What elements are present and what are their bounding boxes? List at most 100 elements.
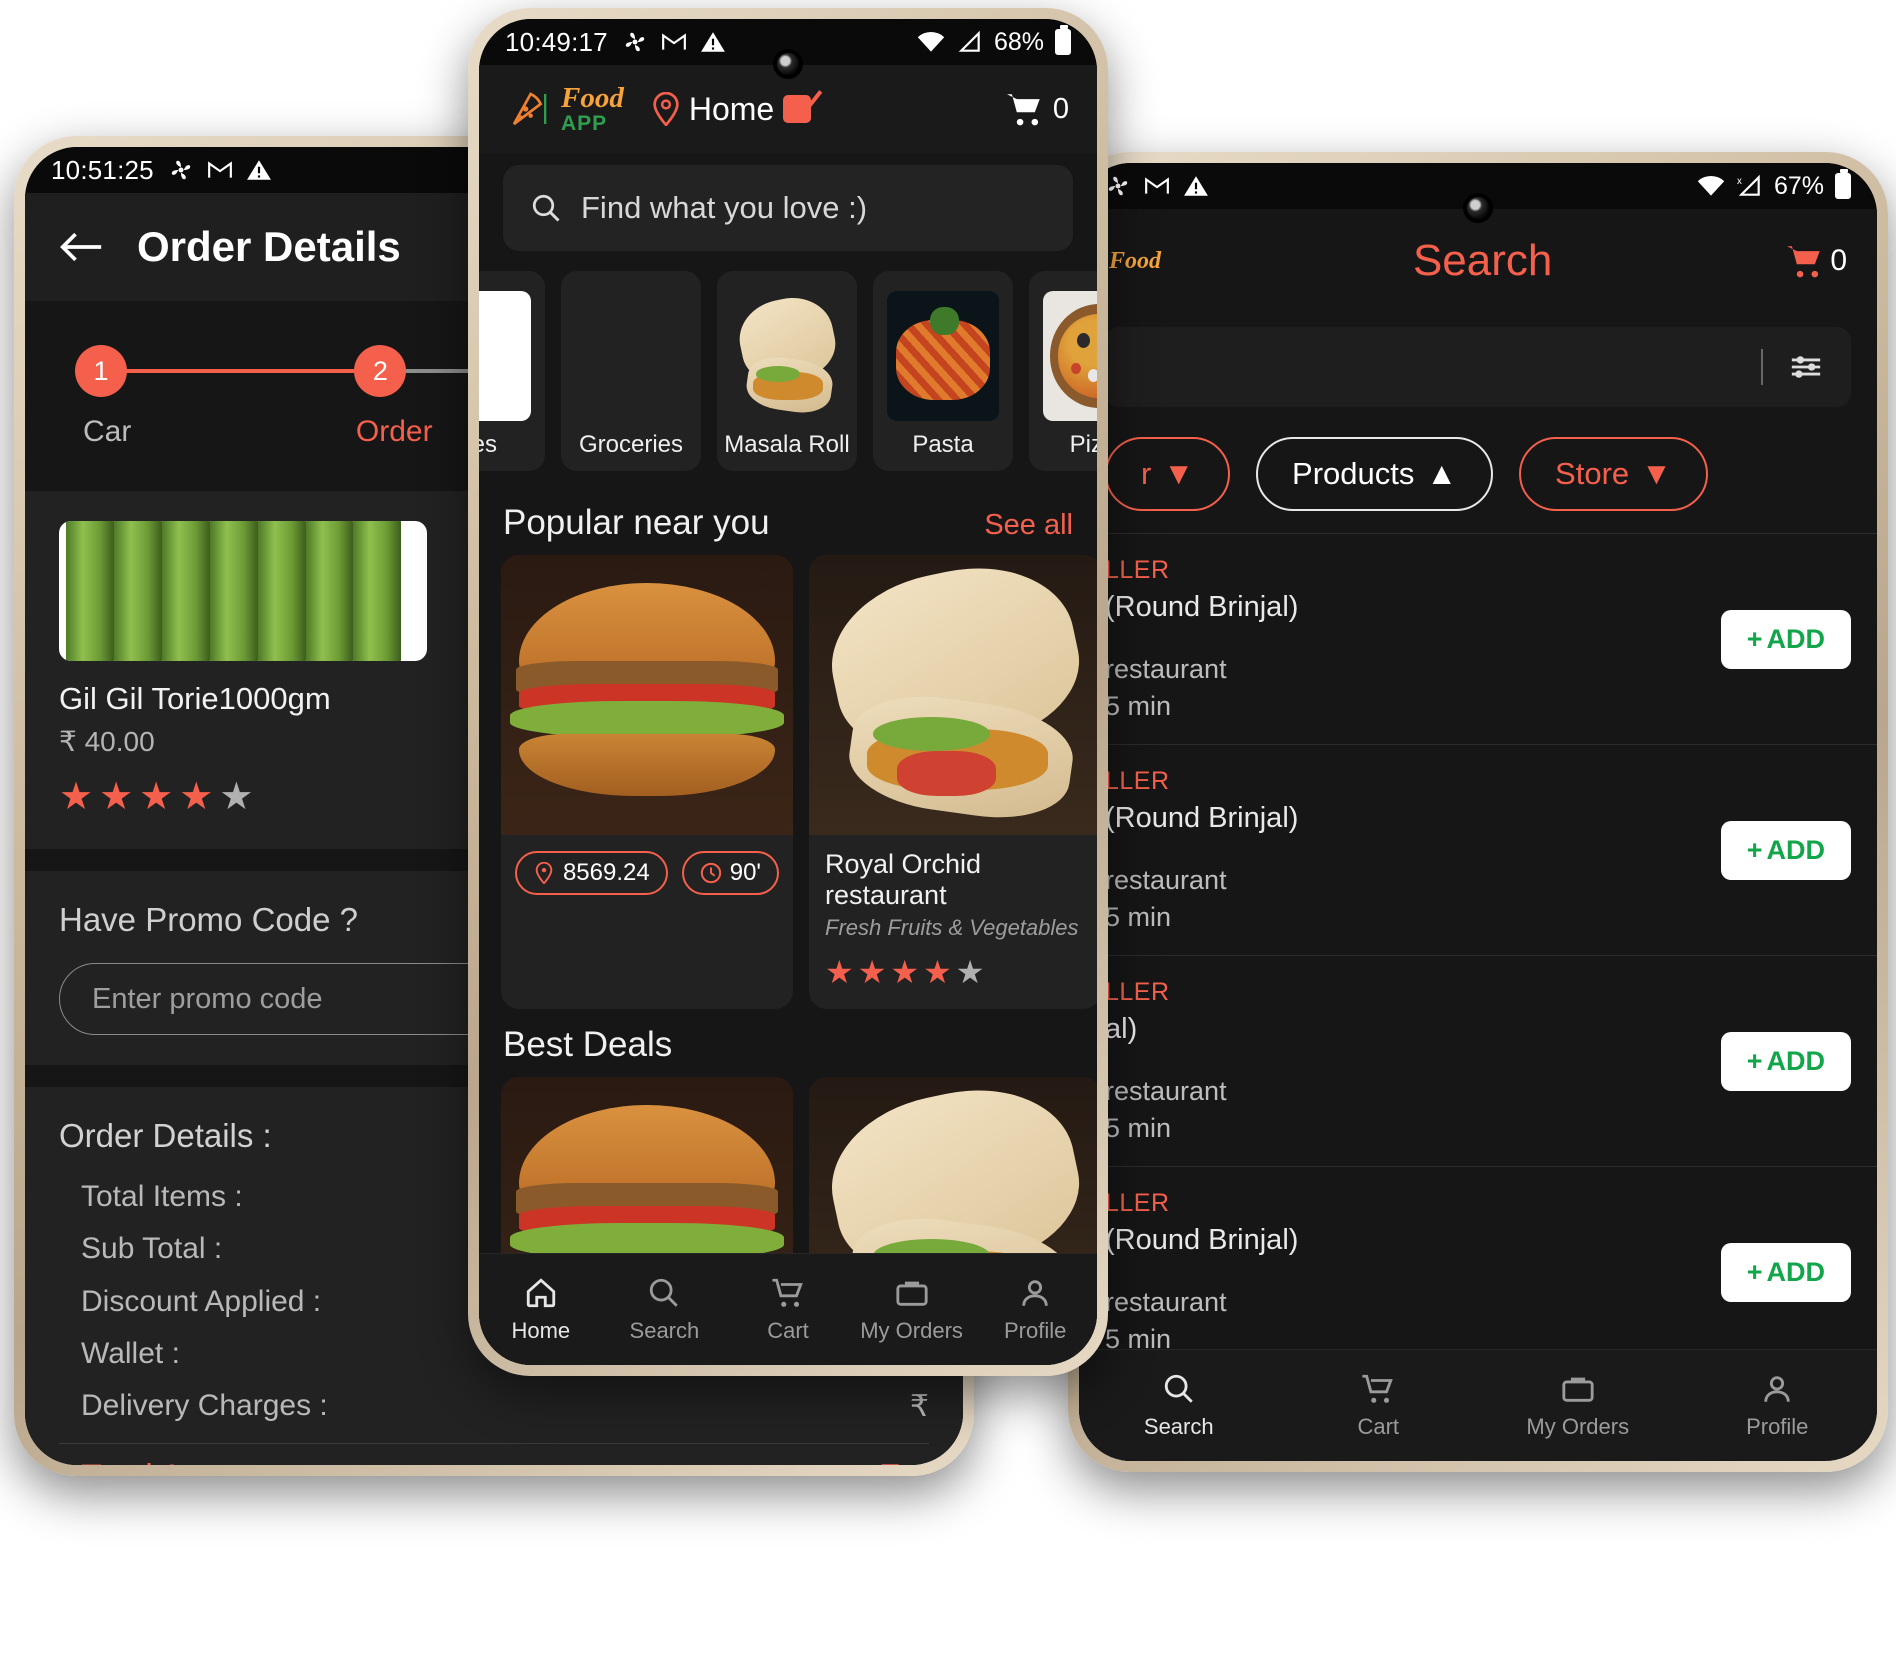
add-to-cart-button[interactable]: +ADD	[1720, 609, 1851, 669]
nav-item-profile[interactable]: Profile	[973, 1276, 1097, 1344]
gmail-icon	[661, 33, 686, 50]
cart-icon	[772, 1278, 803, 1307]
category-item-pizza[interactable]: Pizza	[1029, 271, 1097, 471]
screen-search: x 67% Food Search 0 r ▼ Products ▲ Store…	[1079, 163, 1877, 1461]
search-app: Food Search 0 r ▼ Products ▲ Store ▼ LLE…	[1079, 209, 1877, 1461]
nav-item-home[interactable]: Home	[479, 1276, 603, 1344]
category-item-vegetables[interactable]: bles	[479, 271, 545, 471]
filter-pill-store[interactable]: Store ▼	[1519, 437, 1708, 511]
status-icon-group	[168, 157, 272, 183]
warning-icon	[700, 32, 725, 52]
cart-icon	[1787, 246, 1821, 278]
back-arrow-icon[interactable]	[59, 230, 103, 264]
summary-label: Discount Applied :	[81, 1285, 322, 1318]
category-label: Groceries	[578, 431, 684, 458]
see-all-link[interactable]: See all	[984, 509, 1073, 542]
app-logo[interactable]: Food APP	[507, 84, 624, 134]
nav-label: Cart	[767, 1317, 809, 1343]
add-to-cart-button[interactable]: +ADD	[1720, 1031, 1851, 1091]
table-row[interactable]: LLER al) restaurant 5 min +ADD	[1079, 955, 1877, 1166]
product-image	[59, 521, 427, 661]
nav-item-cart[interactable]: Cart	[1279, 1372, 1479, 1440]
location-selector[interactable]: Home	[652, 91, 812, 128]
popular-card-deck: 8569.24 90' Royal Orchid restaurant Fres…	[479, 555, 1097, 1009]
wifi-icon	[1697, 175, 1725, 196]
table-row[interactable]: LLER (Round Brinjal) restaurant 5 min + A…	[1079, 533, 1877, 744]
search-input[interactable]: Find what you love :)	[503, 165, 1073, 251]
fan-icon	[171, 160, 191, 180]
step-dot-2[interactable]: 2	[354, 345, 407, 397]
nav-label: Search	[1143, 1413, 1214, 1439]
status-right-group: 68%	[916, 25, 1071, 57]
step-label-2: Order	[355, 415, 433, 448]
search-appbar: Food Search 0	[1079, 209, 1877, 313]
category-strip[interactable]: bles Groceries Masala Roll Pasta	[479, 251, 1097, 487]
plus-icon: +	[1746, 834, 1763, 865]
table-row[interactable]: LLER (Round Brinjal) restaurant 5 min + A…	[1079, 744, 1877, 955]
nav-label: Home	[511, 1317, 571, 1343]
nav-label: Profile	[1746, 1413, 1809, 1439]
category-image	[887, 291, 999, 421]
total-amount-row: Total Amount : ₹ 1	[59, 1443, 929, 1465]
nav-item-profile[interactable]: Profile	[1678, 1372, 1878, 1440]
edit-icon[interactable]	[783, 95, 812, 123]
add-to-cart-button[interactable]: +ADD	[1720, 1242, 1851, 1302]
table-row[interactable]: LLER (Round Brinjal) restaurant 5 min + A…	[1079, 1166, 1877, 1377]
section-header-best-deals: Best Deals	[479, 1009, 1097, 1077]
cart-button[interactable]: 0	[1784, 243, 1847, 279]
cart-button[interactable]: 0	[1004, 91, 1069, 127]
nav-item-search[interactable]: Search	[1079, 1372, 1279, 1440]
time-badge: 90'	[681, 851, 779, 895]
restaurant-card[interactable]: Royal Orchid restaurant Fresh Fruits & V…	[809, 555, 1097, 1009]
plus-icon: +	[1746, 623, 1763, 654]
category-item-groceries[interactable]: Groceries	[561, 271, 701, 471]
battery-percent: 68%	[993, 27, 1044, 56]
fan-icon	[1108, 176, 1128, 196]
category-label: Pasta	[912, 431, 974, 458]
summary-label: Delivery Charges :	[81, 1389, 328, 1422]
product-name: al)	[1105, 1013, 1138, 1045]
distance-value: 8569.24	[562, 859, 650, 886]
restaurant-name: Royal Orchid restaurant	[825, 849, 982, 910]
bottom-navigation-center: Home Search Cart My Orders Profile	[479, 1253, 1097, 1365]
filter-pill-products[interactable]: Products ▲	[1256, 437, 1494, 511]
gmail-icon	[1145, 177, 1169, 194]
distance-badge: 8569.24	[514, 851, 668, 895]
wifi-icon	[917, 31, 945, 52]
delivery-time: 5 min	[1105, 691, 1172, 721]
filter-pill-row: r ▼ Products ▲ Store ▼	[1079, 407, 1877, 533]
restaurant-card[interactable]: 8569.24 90'	[501, 555, 793, 1009]
status-bar-right: x 67%	[1079, 163, 1877, 223]
nav-item-my-orders[interactable]: My Orders	[850, 1276, 974, 1344]
category-item-pasta[interactable]: Pasta	[873, 271, 1013, 471]
add-label: ADD	[1766, 834, 1826, 865]
store-name: restaurant	[1105, 865, 1227, 895]
product-name: (Round Brinjal)	[1105, 802, 1299, 834]
screen-home: 10:49:17 68% Food APP Home 0 Find what y…	[479, 19, 1097, 1365]
status-bar-center: 10:49:17 68%	[479, 19, 1097, 79]
search-input-bar[interactable]	[1105, 327, 1851, 407]
summary-label: Total Items :	[81, 1180, 243, 1213]
nav-item-search[interactable]: Search	[603, 1276, 727, 1344]
filter-pill-sort[interactable]: r ▼	[1105, 437, 1231, 511]
page-title: Order Details	[137, 223, 401, 270]
card-badges: 8569.24 90'	[501, 835, 793, 913]
cart-count: 0	[1830, 244, 1847, 277]
seller-badge: LLER	[1105, 1189, 1170, 1217]
step-dot-1[interactable]: 1	[75, 345, 127, 397]
location-pin-icon	[653, 92, 679, 126]
category-label: Pizza	[1069, 431, 1097, 458]
category-image	[1043, 291, 1097, 421]
add-to-cart-button[interactable]: +ADD	[1720, 820, 1851, 880]
fan-icon	[625, 32, 645, 52]
nav-item-my-orders[interactable]: My Orders	[1478, 1372, 1678, 1440]
search-icon	[532, 194, 560, 222]
filter-icon[interactable]	[1789, 352, 1823, 382]
nav-item-cart[interactable]: Cart	[726, 1276, 850, 1344]
signal-icon	[958, 30, 980, 52]
seller-badge: LLER	[1105, 556, 1170, 584]
category-item-masala-roll[interactable]: Masala Roll	[717, 271, 857, 471]
total-amount-label: Total Amount :	[81, 1458, 296, 1465]
cart-count: 0	[1052, 92, 1069, 125]
store-name: restaurant	[1105, 1287, 1227, 1317]
